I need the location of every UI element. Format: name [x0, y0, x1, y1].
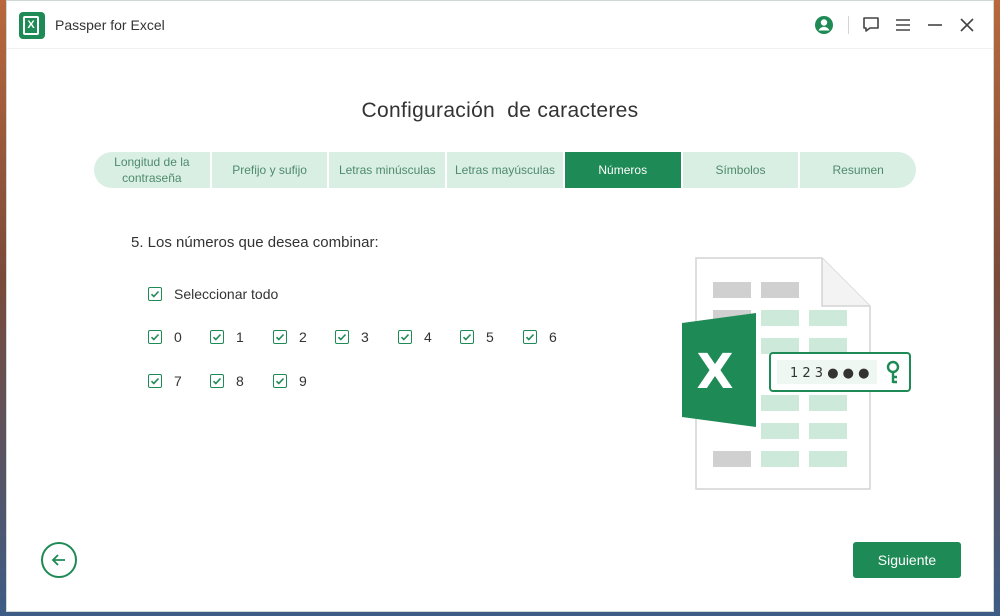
digit-checkbox[interactable]	[398, 330, 412, 344]
digit-checkbox[interactable]	[148, 374, 162, 388]
digit-label: 1	[236, 329, 244, 345]
check-icon	[150, 290, 160, 298]
digit-option-0[interactable]: 0	[148, 329, 182, 345]
digit-label: 5	[486, 329, 494, 345]
tab-resumen[interactable]: Resumen	[800, 152, 916, 188]
digit-label: 8	[236, 373, 244, 389]
digit-label: 0	[174, 329, 182, 345]
tab-prefijo-sufijo[interactable]: Prefijo y sufijo	[211, 152, 330, 188]
digit-label: 7	[174, 373, 182, 389]
select-all-label: Seleccionar todo	[174, 286, 279, 302]
digit-checkbox[interactable]	[460, 330, 474, 344]
illustration-logo-letter: X	[696, 344, 733, 400]
check-icon	[212, 377, 222, 385]
page-title: Configuración de caracteres	[361, 99, 639, 122]
illustration-password-text: 1 2 3 ● ● ●	[790, 366, 870, 381]
tab-numeros[interactable]: Números	[564, 152, 683, 188]
digit-option-4[interactable]: 4	[398, 329, 432, 345]
select-all-checkbox[interactable]	[148, 287, 162, 301]
tab-simbolos[interactable]: Símbolos	[682, 152, 801, 188]
app-title: Passper for Excel	[55, 17, 165, 33]
digit-checkbox[interactable]	[210, 374, 224, 388]
digit-label: 2	[299, 329, 307, 345]
tab-minusculas[interactable]: Letras minúsculas	[329, 152, 448, 188]
digit-checkbox[interactable]	[335, 330, 349, 344]
check-icon	[525, 333, 535, 341]
title-bar: X Passper for Excel	[7, 1, 993, 49]
check-icon	[150, 333, 160, 341]
digit-option-3[interactable]: 3	[335, 329, 369, 345]
app-logo-icon: X	[19, 12, 45, 39]
select-all-option[interactable]: Seleccionar todo	[148, 286, 278, 302]
app-window: X Passper for Excel Configuración de car…	[6, 0, 994, 612]
tab-mayusculas[interactable]: Letras mayúsculas	[447, 152, 565, 188]
tab-label: Resumen	[832, 163, 884, 177]
feedback-icon[interactable]	[859, 13, 883, 37]
digit-label: 6	[549, 329, 557, 345]
tab-label: Prefijo y sufijo	[232, 163, 307, 177]
check-icon	[150, 377, 160, 385]
check-icon	[275, 333, 285, 341]
app-logo-letter: X	[23, 16, 39, 35]
account-icon[interactable]	[812, 13, 836, 37]
menu-icon[interactable]	[891, 13, 915, 37]
check-icon	[462, 333, 472, 341]
digit-checkbox[interactable]	[273, 374, 287, 388]
arrow-left-icon	[51, 554, 65, 566]
digit-checkbox[interactable]	[210, 330, 224, 344]
check-icon	[337, 333, 347, 341]
next-button[interactable]: Siguiente	[853, 542, 961, 578]
tab-label: Letras minúsculas	[338, 163, 436, 177]
title-bar-separator	[848, 16, 849, 34]
digit-checkbox[interactable]	[523, 330, 537, 344]
step-tabs: Longitud de la contraseña Prefijo y sufi…	[94, 152, 916, 188]
digit-option-2[interactable]: 2	[273, 329, 307, 345]
check-icon	[400, 333, 410, 341]
question-text: 5. Los números que desea combinar:	[131, 234, 379, 251]
digit-label: 9	[299, 373, 307, 389]
digit-option-6[interactable]: 6	[523, 329, 557, 345]
digit-option-5[interactable]: 5	[460, 329, 494, 345]
tab-label: Números	[598, 163, 648, 177]
digit-option-7[interactable]: 7	[148, 373, 182, 389]
digit-option-8[interactable]: 8	[210, 373, 244, 389]
digit-option-1[interactable]: 1	[210, 329, 244, 345]
digit-label: 4	[424, 329, 432, 345]
digit-label: 3	[361, 329, 369, 345]
check-icon	[275, 377, 285, 385]
excel-password-illustration: X 1 2 3 ● ● ●	[682, 257, 911, 490]
tab-label: Longitud de la contraseña	[114, 155, 190, 185]
close-icon[interactable]	[955, 13, 979, 37]
title-bar-controls	[804, 13, 979, 37]
tab-label: Letras mayúsculas	[454, 163, 556, 177]
digit-checkbox[interactable]	[148, 330, 162, 344]
back-button[interactable]	[41, 542, 77, 578]
digit-checkbox[interactable]	[273, 330, 287, 344]
check-icon	[212, 333, 222, 341]
tab-label: Símbolos	[715, 163, 766, 177]
tab-longitud[interactable]: Longitud de la contraseña	[94, 152, 212, 188]
minimize-icon[interactable]	[923, 13, 947, 37]
digit-option-9[interactable]: 9	[273, 373, 307, 389]
